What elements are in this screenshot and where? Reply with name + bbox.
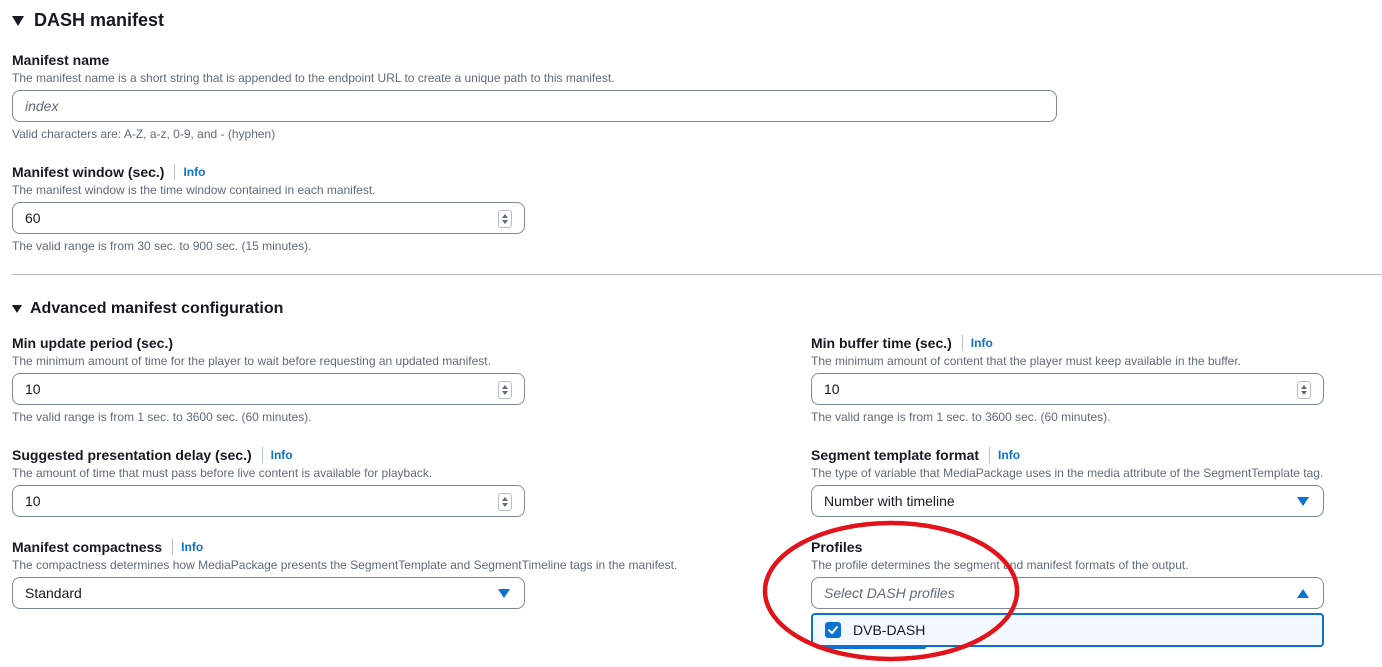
presentation-delay-description: The amount of time that must pass before… <box>12 466 433 480</box>
manifest-name-input[interactable]: index <box>12 90 1057 122</box>
min-buffer-time-input[interactable]: 10 <box>811 373 1324 405</box>
number-stepper-icon[interactable] <box>1297 381 1311 399</box>
presentation-delay-label: Suggested presentation delay (sec.) Info <box>12 447 293 463</box>
number-stepper-icon[interactable] <box>498 210 512 228</box>
min-buffer-time-description: The minimum amount of content that the p… <box>811 354 1242 368</box>
manifest-name-label: Manifest name <box>12 52 109 68</box>
advanced-config-title: Advanced manifest configuration <box>30 300 284 317</box>
min-buffer-time-value: 10 <box>824 381 840 397</box>
caret-down-icon <box>12 15 24 26</box>
segment-template-info-link[interactable]: Info <box>998 448 1020 462</box>
dash-manifest-header[interactable]: DASH manifest <box>12 10 164 31</box>
segment-template-label-text: Segment template format <box>811 447 980 463</box>
min-buffer-time-label-text: Min buffer time (sec.) <box>811 335 952 351</box>
manifest-compactness-description: The compactness determines how MediaPack… <box>12 558 678 572</box>
annotation-circle <box>762 520 1020 662</box>
manifest-window-input[interactable]: 60 <box>12 202 525 234</box>
manifest-name-description: The manifest name is a short string that… <box>12 71 615 85</box>
manifest-name-hint: Valid characters are: A-Z, a-z, 0-9, and… <box>12 127 276 141</box>
caret-down-icon <box>498 589 510 598</box>
caret-down-icon <box>1297 497 1309 506</box>
info-separator <box>261 447 263 463</box>
segment-template-label: Segment template format Info <box>811 447 1020 463</box>
manifest-window-label: Manifest window (sec.) Info <box>12 164 205 180</box>
presentation-delay-label-text: Suggested presentation delay (sec.) <box>12 447 252 463</box>
manifest-window-hint: The valid range is from 30 sec. to 900 s… <box>12 239 312 253</box>
caret-down-icon <box>12 305 22 313</box>
manifest-window-label-text: Manifest window (sec.) <box>12 164 165 180</box>
presentation-delay-value: 10 <box>25 493 41 509</box>
min-update-period-label-text: Min update period (sec.) <box>12 335 174 351</box>
caret-up-icon <box>1297 589 1309 598</box>
presentation-delay-input[interactable]: 10 <box>12 485 525 517</box>
segment-template-value: Number with timeline <box>824 493 955 509</box>
manifest-compactness-value: Standard <box>25 585 82 601</box>
info-separator <box>172 539 174 555</box>
section-divider <box>12 274 1382 275</box>
info-separator <box>961 335 963 351</box>
min-buffer-time-hint: The valid range is from 1 sec. to 3600 s… <box>811 410 1111 424</box>
min-update-period-description: The minimum amount of time for the playe… <box>12 354 491 368</box>
manifest-compactness-label: Manifest compactness Info <box>12 539 203 555</box>
manifest-window-description: The manifest window is the time window c… <box>12 183 376 197</box>
info-separator <box>174 164 176 180</box>
min-update-period-hint: The valid range is from 1 sec. to 3600 s… <box>12 410 312 424</box>
number-stepper-icon[interactable] <box>498 493 512 511</box>
manifest-compactness-info-link[interactable]: Info <box>181 540 203 554</box>
advanced-config-header[interactable]: Advanced manifest configuration <box>12 300 283 318</box>
manifest-compactness-select[interactable]: Standard <box>12 577 525 609</box>
manifest-window-info-link[interactable]: Info <box>183 165 205 179</box>
min-buffer-time-info-link[interactable]: Info <box>971 336 993 350</box>
segment-template-description: The type of variable that MediaPackage u… <box>811 466 1324 480</box>
presentation-delay-info-link[interactable]: Info <box>271 448 293 462</box>
min-update-period-label: Min update period (sec.) <box>12 335 173 351</box>
dash-manifest-title: DASH manifest <box>34 10 165 30</box>
segment-template-select[interactable]: Number with timeline <box>811 485 1324 517</box>
manifest-compactness-label-text: Manifest compactness <box>12 539 163 555</box>
min-update-period-input[interactable]: 10 <box>12 373 525 405</box>
number-stepper-icon[interactable] <box>498 381 512 399</box>
info-separator <box>989 447 991 463</box>
min-buffer-time-label: Min buffer time (sec.) Info <box>811 335 993 351</box>
min-update-period-value: 10 <box>25 381 41 397</box>
manifest-window-value: 60 <box>25 210 41 226</box>
manifest-name-label-text: Manifest name <box>12 52 110 68</box>
